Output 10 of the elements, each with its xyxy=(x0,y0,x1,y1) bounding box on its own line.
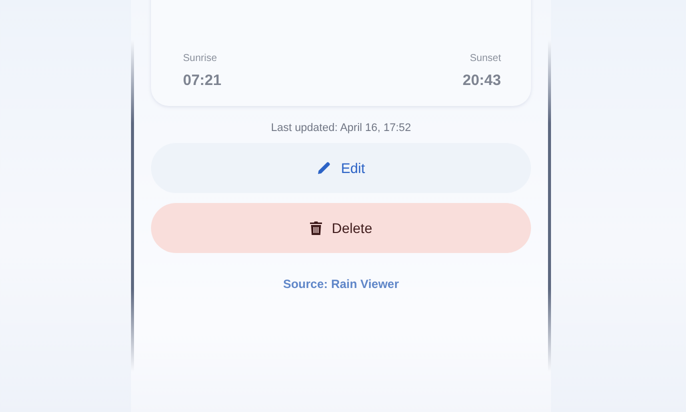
sun-time-label: Sunrise xyxy=(183,53,218,64)
source-link[interactable]: Source: Rain Viewer xyxy=(283,277,399,291)
trash-icon xyxy=(310,221,322,235)
delete-button[interactable]: Delete xyxy=(151,203,531,253)
sun-time-value: 07:21 xyxy=(183,72,222,89)
pencil-icon xyxy=(316,161,331,175)
sun-time-value: 20:43 xyxy=(462,72,501,89)
sun-time-label: Sunset xyxy=(470,53,501,64)
edit-button[interactable]: Edit xyxy=(151,143,531,193)
last-updated-text: Last updated: April 16, 17:52 xyxy=(270,122,412,134)
